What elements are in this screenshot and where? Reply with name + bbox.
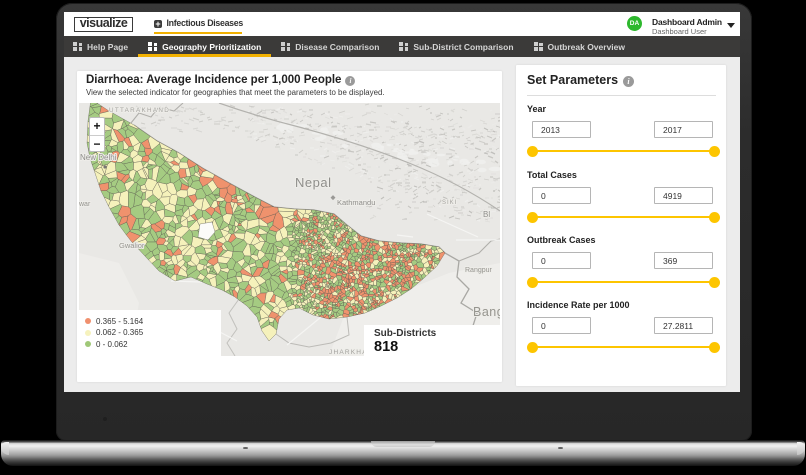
svg-text:Bangla: Bangla (473, 305, 500, 319)
svg-text:UTTARAKHAND: UTTARAKHAND (109, 107, 170, 114)
svg-text:SIKI: SIKI (442, 200, 457, 206)
svg-text:Nepal: Nepal (295, 175, 331, 190)
svg-text:New Delhi: New Delhi (80, 153, 117, 162)
svg-text:Rangpur: Rangpur (465, 267, 493, 274)
svg-text:Kathmandu: Kathmandu (337, 198, 375, 207)
svg-text:Gwalior: Gwalior (119, 241, 145, 250)
svg-text:Bl: Bl (483, 210, 490, 219)
svg-text:war: war (79, 201, 91, 208)
